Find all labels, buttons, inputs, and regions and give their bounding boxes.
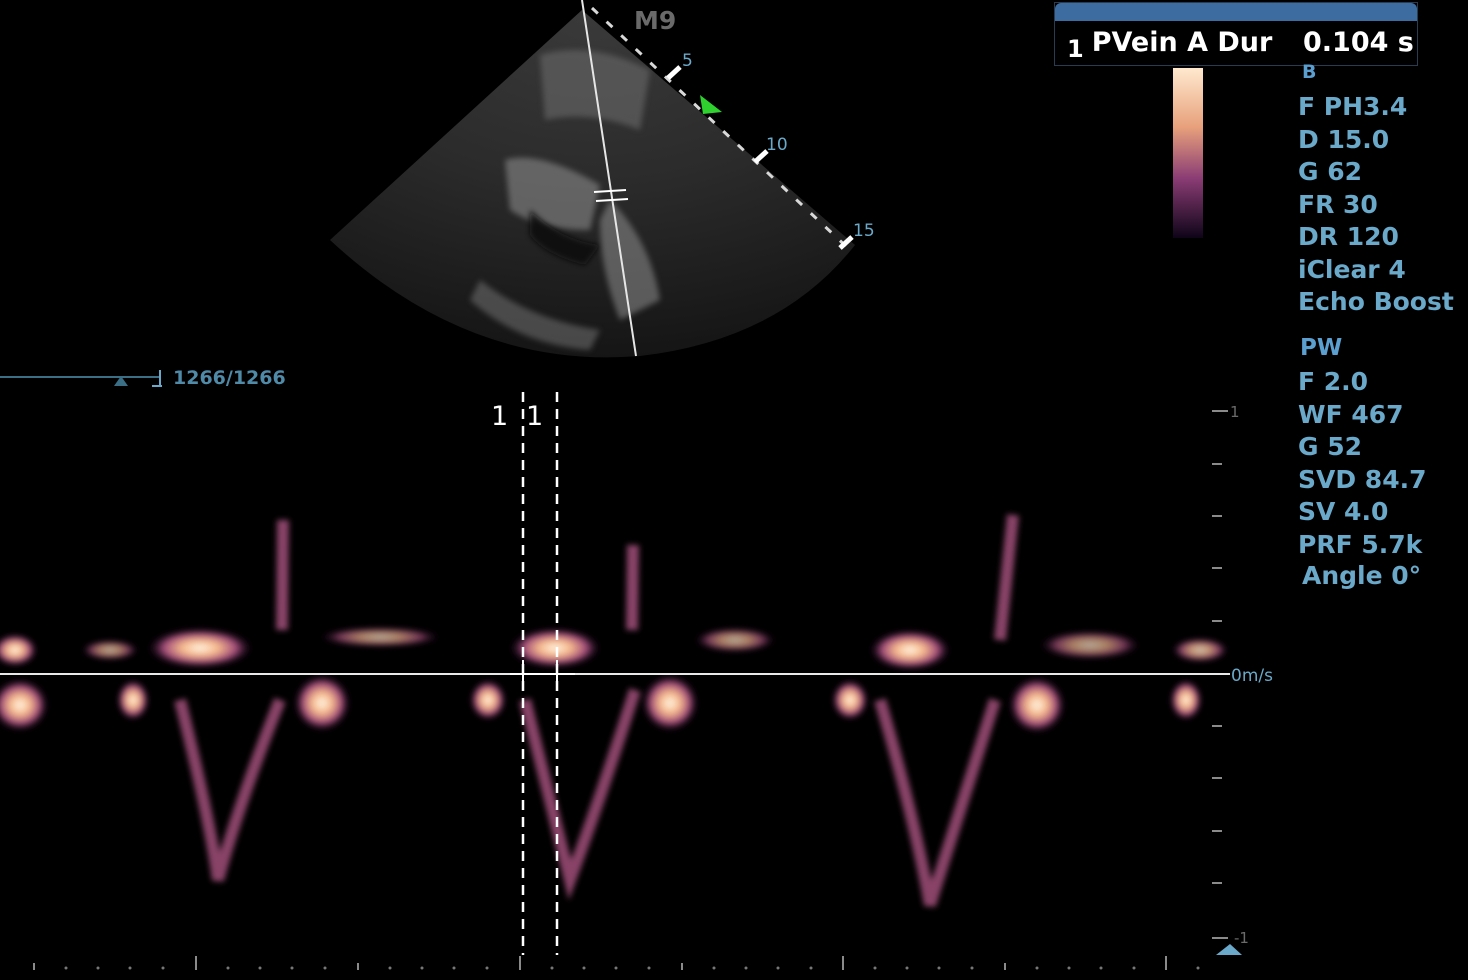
ultrasound-display: M9 5 10 15 1266/1266 1 1 1 0m/s -1 <box>0 0 1273 970</box>
velocity-bottom-label: -1 <box>1234 929 1249 947</box>
pw-param-gain: G 52 <box>1298 432 1363 461</box>
b-param-frequency: F PH3.4 <box>1298 92 1408 121</box>
pw-param-frequency: F 2.0 <box>1298 367 1369 396</box>
b-param-gain: G 62 <box>1298 157 1363 186</box>
b-param-echo-boost: Echo Boost <box>1298 287 1454 316</box>
depth-label-5: 5 <box>682 51 693 71</box>
time-axis-dots <box>64 966 1200 970</box>
velocity-top-label: 1 <box>1230 403 1240 421</box>
sector-image <box>330 0 855 358</box>
pw-param-wall-filter: WF 467 <box>1298 399 1404 429</box>
orientation-marker <box>700 95 722 114</box>
pw-param-angle: Angle 0° <box>1302 561 1422 590</box>
caliper-label-start: 1 <box>491 401 508 432</box>
doppler-spectrum <box>0 514 1228 907</box>
grayscale-bar <box>1173 68 1203 238</box>
time-axis-ticks <box>33 956 1167 970</box>
measurement-index: 1 <box>1067 35 1084 63</box>
measurement-header-bar <box>1055 3 1417 21</box>
cine-slider[interactable] <box>0 370 162 387</box>
depth-label-15: 15 <box>853 221 875 241</box>
b-param-dynamic-range: DR 120 <box>1298 222 1399 251</box>
measurement-label: PVein A Dur <box>1091 27 1273 58</box>
measurement-result-box: 1 PVein A Dur 0.104 s <box>1054 2 1418 66</box>
b-param-frame-rate: FR 30 <box>1298 189 1378 219</box>
pw-param-sv-depth: SVD 84.7 <box>1298 464 1427 494</box>
b-param-iclear: iClear 4 <box>1298 254 1406 284</box>
pw-mode-params: F 2.0 WF 467 G 52 SVD 84.7 SV 4.0 PRF 5.… <box>1298 366 1427 591</box>
pw-param-sample-volume: SV 4.0 <box>1298 497 1389 526</box>
frame-counter: 1266/1266 <box>173 367 286 389</box>
depth-label-10: 10 <box>766 135 788 155</box>
b-mode-title: B <box>1302 61 1317 83</box>
pw-mode-title: PW <box>1300 335 1343 361</box>
pw-param-prf: PRF 5.7k <box>1298 529 1423 559</box>
caliper-label-end: 1 <box>526 401 543 432</box>
b-mode-params: F PH3.4 D 15.0 G 62 FR 30 DR 120 iClear … <box>1298 91 1454 319</box>
measurement-row: 1 PVein A Dur 0.104 s <box>1067 27 1414 63</box>
measurement-value: 0.104 s <box>1303 27 1414 58</box>
b-param-depth: D 15.0 <box>1298 124 1390 154</box>
probe-marker-label: M9 <box>634 6 676 35</box>
velocity-baseline-label: 0m/s <box>1231 666 1273 686</box>
